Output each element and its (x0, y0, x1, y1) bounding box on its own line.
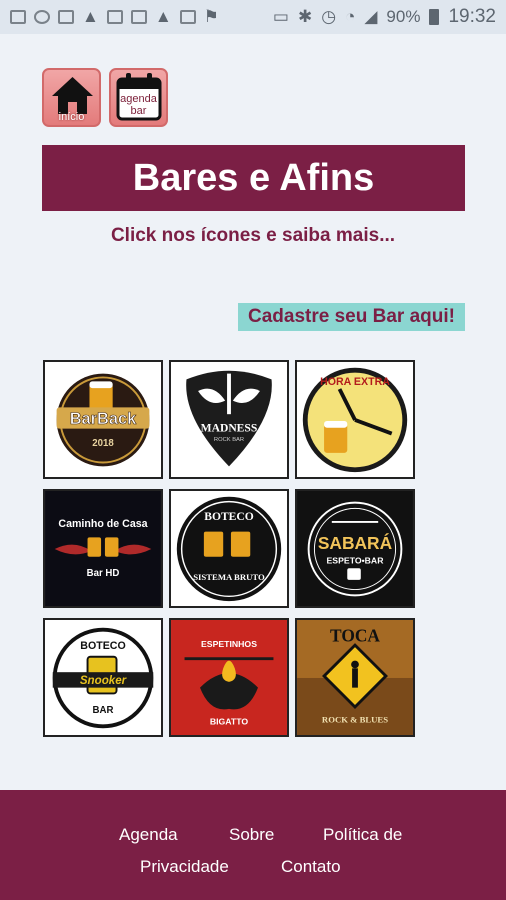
status-bar: ▲ ▲ ⚑ ▭ ✱ ◷ ◔ ◢ 90% 19:32 (0, 0, 506, 34)
madness-name: MADNESS (201, 422, 258, 435)
boteco-snooker-logo: BOTECO Snooker BAR (45, 620, 161, 735)
agenda-label: agenda bar (111, 93, 166, 117)
barback-logo: BarBack 2018 (45, 362, 161, 477)
sabara-name: SABARÁ (318, 533, 393, 553)
home-label: início (58, 111, 85, 123)
footer-link-sobre[interactable]: Sobre (229, 825, 274, 845)
caminho-name: Caminho de Casa (58, 518, 147, 530)
battery-icon (429, 9, 440, 25)
gallery-icon-2 (130, 10, 147, 24)
alarm-icon: ◷ (321, 7, 337, 26)
bar-tile-toca[interactable]: TOCA ROCK & BLUES (295, 618, 415, 737)
caminho-de-casa-logo: Caminho de Casa Bar HD (45, 491, 161, 606)
messenger-icon (34, 10, 50, 24)
home-icon (52, 77, 93, 114)
agenda-button[interactable]: agenda bar (109, 68, 168, 127)
sistema-bruto-subtitle: SISTEMA BRUTO (193, 572, 265, 582)
barback-name: BarBack (70, 410, 137, 428)
page-banner: Bares e Afins (42, 145, 465, 211)
bigatto-name: ESPETINHOS (201, 639, 257, 649)
footer-link-contato[interactable]: Contato (281, 857, 341, 877)
boteco-snooker-name: BOTECO (80, 640, 125, 652)
cast-icon: ▭ (272, 7, 289, 26)
page-title: Bares e Afins (132, 156, 375, 199)
agenda-label-line1: agenda (120, 93, 157, 105)
bigatto-logo: ESPETINHOS BIGATTO (171, 620, 287, 735)
bar-tile-boteco-snooker[interactable]: BOTECO Snooker BAR (43, 618, 163, 737)
register-bar-button[interactable]: Cadastre seu Bar aqui! (238, 303, 465, 331)
sabara-logo: SABARÁ ESPETO•BAR (297, 491, 413, 606)
hora-extra-logo: HORA EXTRA (297, 362, 413, 477)
toca-name: TOCA (330, 626, 380, 645)
notification-icons: ▲ ▲ ⚑ (10, 7, 219, 27)
home-button[interactable]: início (42, 68, 101, 127)
app-a-icon: ▲ (82, 7, 99, 26)
bar-tile-sistema-bruto[interactable]: BOTECO SISTEMA BRUTO (169, 489, 289, 608)
bar-tile-barback[interactable]: BarBack 2018 (43, 360, 163, 479)
barback-year: 2018 (92, 438, 114, 449)
gallery-icon (106, 10, 123, 24)
bigatto-subtitle: BIGATTO (210, 716, 249, 726)
bar-tile-sabara[interactable]: SABARÁ ESPETO•BAR (295, 489, 415, 608)
bluetooth-icon: ✱ (297, 7, 313, 26)
footer-link-agenda[interactable]: Agenda (119, 825, 178, 845)
system-icons: ▭ ✱ ◷ ◔ ◢ 90% 19:32 (273, 6, 496, 28)
page-subtitle: Click nos ícones e saiba mais... (110, 225, 396, 246)
notification-icon (10, 10, 26, 24)
signal-icon: ◢ (364, 7, 378, 26)
madness-logo: MADNESS ROCK BAR (171, 362, 287, 477)
toca-logo: TOCA ROCK & BLUES (297, 620, 413, 735)
mail-icon (58, 10, 74, 24)
caminho-subtitle: Bar HD (87, 568, 120, 579)
wifi-icon: ◔ (345, 7, 356, 26)
hora-extra-name: HORA EXTRA (320, 376, 390, 388)
footer-link-politica[interactable]: Política de (323, 825, 402, 845)
gallery-icon-3 (179, 10, 196, 24)
sistema-bruto-name: BOTECO (204, 510, 254, 523)
sabara-subtitle: ESPETO•BAR (327, 555, 385, 565)
toca-subtitle: ROCK & BLUES (322, 714, 388, 724)
footer-link-privacidade[interactable]: Privacidade (140, 857, 229, 877)
flag-icon: ⚑ (203, 7, 219, 26)
boteco-snooker-middle: Snooker (80, 675, 128, 687)
madness-tagline: ROCK BAR (214, 437, 244, 443)
bar-tile-madness[interactable]: MADNESS ROCK BAR (169, 360, 289, 479)
boteco-snooker-subtitle: BAR (93, 705, 114, 716)
battery-percent: 90% (386, 7, 421, 26)
bars-grid: BarBack 2018 MADNESS ROCK BAR HORA EXTRA (43, 360, 415, 737)
bar-tile-bigatto[interactable]: ESPETINHOS BIGATTO (169, 618, 289, 737)
app-a-icon-2: ▲ (154, 7, 172, 26)
agenda-label-line2: bar (130, 105, 147, 117)
top-nav: início agenda bar (42, 68, 168, 127)
clock: 19:32 (448, 6, 496, 27)
bar-tile-hora-extra[interactable]: HORA EXTRA (295, 360, 415, 479)
sistema-bruto-logo: BOTECO SISTEMA BRUTO (171, 491, 287, 606)
bar-tile-caminho-de-casa[interactable]: Caminho de Casa Bar HD (43, 489, 163, 608)
footer: Agenda Sobre Política de Privacidade Con… (0, 790, 506, 900)
